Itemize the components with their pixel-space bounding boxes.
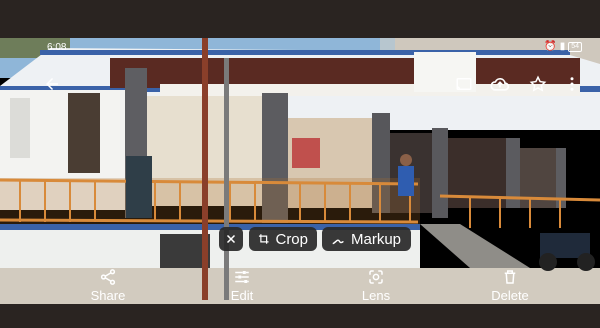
crop-icon	[258, 234, 269, 244]
cast-icon	[456, 78, 472, 90]
cast-button[interactable]	[452, 72, 476, 96]
edit-label: Edit	[230, 288, 254, 303]
status-bar: 6:08 ⏰ ▮ 54	[0, 38, 600, 58]
delete-label: Delete	[491, 288, 529, 303]
tune-icon	[235, 271, 249, 283]
alarm-icon: ⏰	[544, 41, 557, 52]
share-label: Share	[90, 288, 126, 303]
more-options-button[interactable]	[560, 72, 584, 96]
star-icon	[529, 75, 547, 92]
crop-label: Crop	[275, 230, 308, 248]
bottom-action-bar: Share Edit Lens Delete	[0, 268, 600, 308]
dismiss-suggestions-button[interactable]	[219, 227, 243, 251]
photo-viewer: 6:08 ⏰ ▮ 54 Crop Markup Share Edit Lens …	[0, 0, 600, 328]
back-button[interactable]	[40, 72, 64, 96]
crop-chip[interactable]: Crop	[249, 227, 317, 251]
status-icons: ⏰ ▮ 54	[544, 41, 582, 52]
trash-icon	[504, 270, 516, 284]
delete-button[interactable]: Delete	[470, 268, 550, 303]
signal-icon: ▮	[559, 41, 566, 52]
status-time: 6:08	[47, 42, 67, 53]
top-letterbox	[0, 0, 600, 38]
markup-chip[interactable]: Markup	[322, 227, 411, 251]
favorite-button[interactable]	[526, 72, 550, 96]
lens-button[interactable]: Lens	[336, 268, 416, 303]
cloud-upload-icon	[490, 78, 510, 91]
lens-label: Lens	[361, 288, 391, 303]
arrow-left-icon	[46, 78, 58, 90]
markup-icon	[332, 239, 344, 245]
edit-button[interactable]: Edit	[202, 268, 282, 303]
bottom-letterbox	[0, 304, 600, 328]
close-icon	[226, 234, 236, 244]
share-icon	[100, 269, 116, 285]
share-button[interactable]: Share	[68, 268, 148, 303]
more-vert-icon	[570, 77, 574, 91]
lens-icon	[369, 270, 383, 284]
battery-icon: 54	[568, 41, 582, 52]
upload-button[interactable]	[488, 72, 512, 96]
markup-label: Markup	[351, 230, 402, 248]
